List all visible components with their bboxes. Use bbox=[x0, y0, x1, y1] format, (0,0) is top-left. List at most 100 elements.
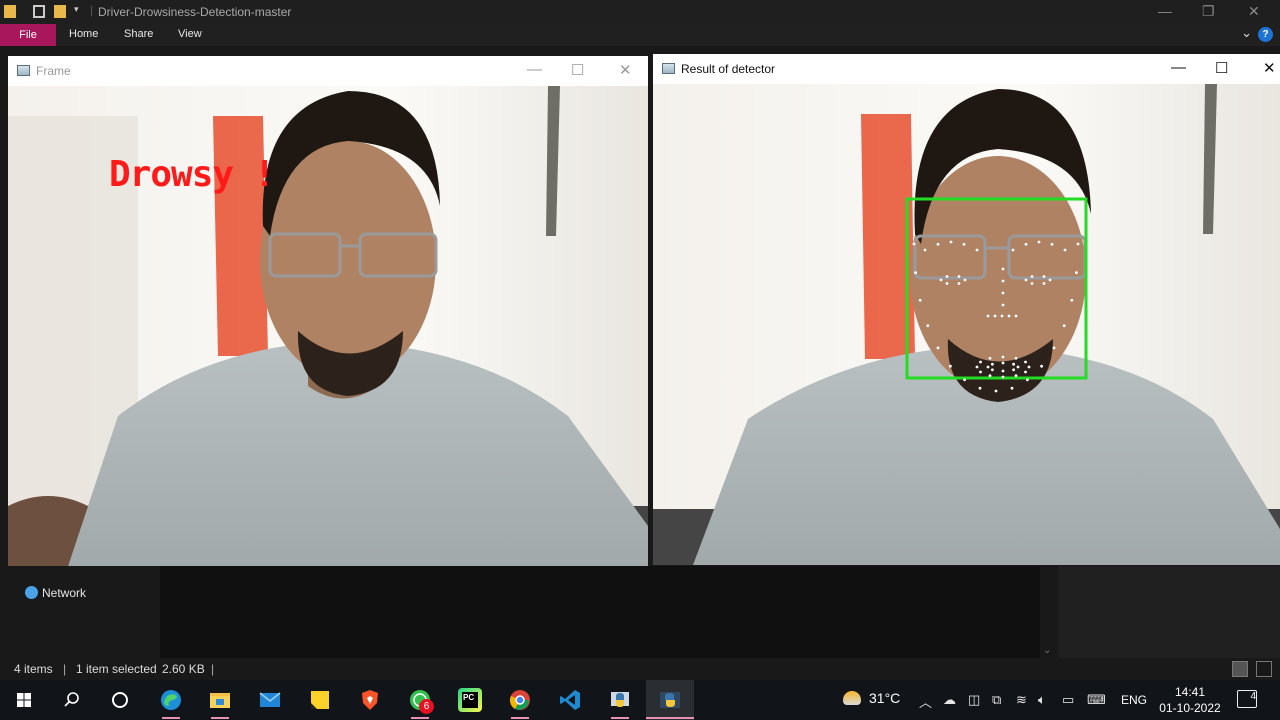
maximize-icon[interactable]: ☐ bbox=[1215, 59, 1228, 77]
nav-item-network[interactable]: Network bbox=[25, 586, 86, 600]
frame-titlebar[interactable]: Frame — ☐ ✕ bbox=[8, 56, 648, 86]
close-icon[interactable]: ✕ bbox=[1263, 59, 1276, 77]
running-indicator bbox=[611, 717, 629, 719]
show-hidden-icons-icon[interactable]: ︿ bbox=[919, 692, 932, 711]
landmark-point bbox=[945, 282, 949, 285]
taskbar-file-explorer[interactable] bbox=[196, 680, 244, 720]
navigation-pane: Network bbox=[0, 566, 158, 658]
detector-titlebar[interactable]: Result of detector — ☐ ✕ bbox=[653, 54, 1280, 84]
landmark-point bbox=[1001, 267, 1005, 271]
landmark-point bbox=[1030, 275, 1034, 278]
landmark-point bbox=[963, 378, 966, 382]
landmark-point bbox=[1012, 368, 1015, 372]
tab-share[interactable]: Share bbox=[124, 28, 153, 40]
detector-window[interactable]: Result of detector — ☐ ✕ bbox=[653, 54, 1280, 565]
screen-capture-icon[interactable]: ⧉ bbox=[992, 692, 1001, 708]
landmark-point bbox=[949, 240, 953, 244]
frame-title: Frame bbox=[36, 64, 71, 78]
tab-home[interactable]: Home bbox=[69, 28, 98, 40]
face bbox=[910, 156, 1086, 392]
landmark-point bbox=[1024, 278, 1028, 282]
vertical-scrollbar[interactable]: ⌄ bbox=[1040, 566, 1056, 658]
start-button[interactable] bbox=[0, 680, 48, 720]
properties-icon[interactable] bbox=[33, 5, 45, 18]
customize-quick-access-icon[interactable]: ▾ bbox=[74, 4, 79, 15]
expand-ribbon-icon[interactable]: ⌄ bbox=[1241, 25, 1252, 41]
drowsy-alert-text: Drowsy ! bbox=[109, 154, 275, 195]
landmark-point bbox=[1024, 370, 1027, 374]
landmark-point bbox=[1014, 356, 1018, 360]
landmark-point bbox=[957, 275, 961, 278]
landmark-point bbox=[988, 374, 992, 378]
details-view-icon[interactable] bbox=[1232, 661, 1248, 677]
restore-icon[interactable]: ❐ bbox=[1202, 3, 1215, 20]
taskbar-sticky-notes[interactable] bbox=[296, 680, 344, 720]
touch-keyboard-icon[interactable]: ⌨︎ bbox=[1087, 692, 1106, 708]
scroll-down-icon[interactable]: ⌄ bbox=[1043, 645, 1051, 656]
clock[interactable]: 14:41 01-10-2022 bbox=[1158, 684, 1222, 716]
landmark-point bbox=[926, 324, 930, 328]
landmark-point bbox=[1012, 362, 1015, 366]
window-app-icon bbox=[17, 65, 30, 76]
task-view-button[interactable] bbox=[96, 680, 144, 720]
taskbar-brave[interactable] bbox=[346, 680, 394, 720]
battery-icon[interactable]: ▭ bbox=[1062, 692, 1074, 708]
taskbar-whatsapp[interactable] bbox=[396, 680, 444, 720]
start-icon bbox=[17, 693, 31, 707]
taskbar-vscode[interactable] bbox=[546, 680, 594, 720]
new-folder-icon[interactable] bbox=[54, 5, 66, 18]
taskbar-chrome[interactable] bbox=[496, 680, 544, 720]
landmark-point bbox=[1042, 282, 1046, 285]
detector-image bbox=[653, 84, 1280, 565]
landmark-point bbox=[1075, 271, 1078, 275]
landmark-point bbox=[991, 362, 994, 366]
python-idle-icon bbox=[611, 692, 629, 707]
wifi-icon[interactable]: ≋ bbox=[1016, 692, 1027, 708]
minimize-icon[interactable]: — bbox=[1171, 59, 1186, 76]
chrome-icon bbox=[510, 690, 530, 710]
frame-window[interactable]: Frame — ☐ ✕ Drowsy ! bbox=[8, 56, 648, 566]
network-icon bbox=[25, 586, 38, 599]
landmark-point bbox=[1001, 369, 1005, 373]
taskbar-python[interactable] bbox=[646, 680, 694, 720]
file-explorer-icon bbox=[210, 693, 230, 708]
landmark-point bbox=[936, 242, 940, 246]
landmark-point bbox=[1037, 240, 1041, 244]
search-icon bbox=[64, 692, 79, 707]
weather-temperature: 31°C bbox=[869, 690, 901, 706]
input-language[interactable]: ENG bbox=[1121, 693, 1147, 707]
file-list-pane[interactable] bbox=[160, 566, 1056, 658]
volume-icon[interactable]: 🔈︎ bbox=[1038, 692, 1046, 708]
selection-count: 1 item selected bbox=[76, 662, 157, 676]
large-icons-view-icon[interactable] bbox=[1256, 661, 1272, 677]
taskbar: PC 31°C ︿ ☁ ◫ ⧉ ≋ 🔈︎ ▭ ⌨︎ ENG 14:41 01-1… bbox=[0, 680, 1280, 720]
onedrive-icon[interactable]: ☁ bbox=[943, 692, 956, 708]
landmark-point bbox=[986, 365, 990, 369]
taskbar-python-idle[interactable] bbox=[596, 680, 644, 720]
landmark-point bbox=[918, 298, 922, 302]
minimize-icon[interactable]: — bbox=[527, 61, 542, 78]
help-icon[interactable]: ? bbox=[1258, 27, 1273, 42]
taskbar-edge[interactable] bbox=[147, 680, 195, 720]
tab-view[interactable]: View bbox=[178, 28, 202, 40]
landmark-point bbox=[994, 389, 998, 393]
landmark-point bbox=[993, 314, 997, 318]
landmark-point bbox=[1001, 279, 1005, 283]
weather-widget[interactable]: 31°C bbox=[843, 690, 900, 706]
search-button[interactable] bbox=[48, 680, 96, 720]
nav-item-label: Network bbox=[42, 586, 87, 600]
close-icon[interactable]: ✕ bbox=[619, 61, 632, 79]
taskbar-pycharm[interactable]: PC bbox=[446, 680, 494, 720]
landmark-point bbox=[986, 314, 990, 318]
maximize-icon[interactable]: ☐ bbox=[571, 61, 584, 79]
minimize-icon[interactable]: — bbox=[1158, 3, 1172, 19]
taskbar-mail[interactable] bbox=[246, 680, 294, 720]
tab-file[interactable]: File bbox=[0, 24, 56, 46]
window-app-icon bbox=[662, 63, 675, 74]
running-indicator bbox=[211, 717, 229, 719]
landmark-point bbox=[914, 271, 917, 275]
notification-center-icon[interactable]: 4 bbox=[1237, 690, 1257, 708]
close-icon[interactable]: ✕ bbox=[1248, 3, 1260, 20]
meet-now-icon[interactable]: ◫ bbox=[968, 692, 980, 708]
landmark-point bbox=[1026, 378, 1029, 382]
